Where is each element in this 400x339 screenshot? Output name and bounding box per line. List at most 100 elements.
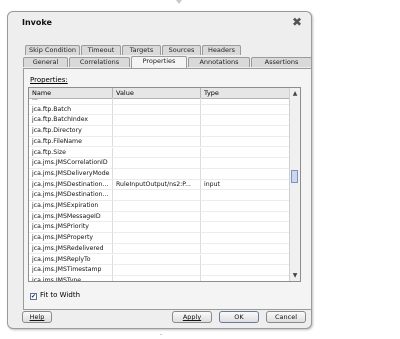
table-cell-value[interactable] (113, 115, 201, 127)
table-row[interactable]: jca.jms.JMSExpiration (29, 201, 290, 212)
table-cell-name[interactable]: jca.jms.JMSDestination... (29, 190, 113, 201)
table-cell-name[interactable]: jca.jms.JMSType (29, 275, 113, 281)
tab-properties[interactable]: Properties (131, 56, 187, 68)
tab-sources[interactable]: Sources (162, 45, 201, 55)
table-cell-value[interactable] (113, 233, 201, 244)
table-cell-name[interactable]: ... (29, 98, 113, 105)
table-row[interactable]: jca.ftp.BatchIndex (29, 115, 290, 127)
tab-headers[interactable]: Headers (202, 45, 241, 55)
table-row[interactable]: jca.jms.JMSDestination... RuleInputOutput… (29, 179, 290, 191)
properties-panel: Properties: Name Value Type ... jca.ftp.B… (23, 68, 312, 310)
properties-label: Properties: (30, 76, 68, 84)
table-cell-name[interactable]: jca.ftp.BatchIndex (29, 115, 113, 127)
table-cell-value[interactable] (113, 265, 201, 276)
table-cell-name[interactable]: jca.ftp.Size (29, 147, 113, 159)
table-cell-value[interactable] (113, 126, 201, 137)
table-cell-name[interactable]: jca.jms.JMSProperty (29, 233, 113, 244)
table-cell-type[interactable] (201, 158, 290, 169)
tab-assertions[interactable]: Assertions (251, 57, 312, 67)
cancel-button[interactable]: Cancel (266, 311, 306, 323)
close-icon[interactable]: ✖ (292, 15, 302, 29)
apply-button[interactable]: Apply (172, 311, 212, 323)
table-cell-value[interactable] (113, 104, 201, 116)
table-cell-value[interactable]: RuleInputOutput/ns2:P... (113, 179, 201, 191)
table-cell-value[interactable] (113, 98, 201, 105)
table-cell-name[interactable]: jca.jms.JMSRedelivered (29, 243, 113, 255)
table-cell-type[interactable] (201, 275, 290, 281)
table-cell-name[interactable]: jca.ftp.Batch (29, 104, 113, 116)
tab-annotations[interactable]: Annotations (188, 57, 250, 67)
table-cell-type[interactable] (201, 104, 290, 116)
table-cell-type[interactable]: input (201, 179, 290, 191)
column-header-value[interactable]: Value (113, 88, 201, 98)
table-row[interactable]: jca.ftp.Directory (29, 126, 290, 137)
scrollbar-thumb[interactable] (291, 170, 298, 183)
tab-timeout[interactable]: Timeout (81, 45, 121, 55)
table-cell-value[interactable] (113, 158, 201, 169)
table-cell-name[interactable]: jca.jms.JMSExpiration (29, 201, 113, 212)
tab-targets[interactable]: Targets (122, 45, 161, 55)
table-row[interactable]: jca.ftp.Size (29, 147, 290, 159)
table-cell-type[interactable] (201, 115, 290, 127)
table-cell-value[interactable] (113, 243, 201, 255)
table-cell-value[interactable] (113, 168, 201, 180)
table-cell-value[interactable] (113, 147, 201, 159)
table-cell-name[interactable]: jca.jms.JMSDeliveryMode (29, 168, 113, 180)
table-cell-type[interactable] (201, 233, 290, 244)
tab-skip-condition[interactable]: Skip Condition (25, 45, 80, 55)
table-row[interactable]: jca.jms.JMSProperty (29, 233, 290, 244)
table-cell-type[interactable] (201, 243, 290, 255)
table-cell-name[interactable]: jca.jms.JMSPriority (29, 222, 113, 234)
tab-general[interactable]: General (23, 57, 68, 67)
table-cell-value[interactable] (113, 201, 201, 212)
table-row[interactable]: jca.jms.JMSRedelivered (29, 243, 290, 255)
table-cell-type[interactable] (201, 265, 290, 276)
table-row[interactable]: jca.jms.JMSTimestamp (29, 265, 290, 276)
table-row[interactable]: ... (29, 98, 290, 105)
table-row[interactable]: jca.jms.JMSPriority (29, 222, 290, 234)
down-arrow-icon[interactable]: ▼ (291, 271, 299, 280)
table-cell-type[interactable] (201, 190, 290, 201)
table-cell-type[interactable] (201, 126, 290, 137)
fit-to-width-option[interactable]: ✔ Fit to Width (30, 291, 80, 300)
table-cell-value[interactable] (113, 211, 201, 223)
table-row[interactable]: jca.ftp.Batch (29, 104, 290, 116)
table-row[interactable]: jca.jms.JMSDeliveryMode (29, 168, 290, 180)
table-row[interactable]: jca.jms.JMSReplyTo (29, 254, 290, 266)
help-button[interactable]: Help (22, 311, 52, 323)
table-cell-name[interactable]: jca.ftp.FileName (29, 136, 113, 148)
table-cell-value[interactable] (113, 136, 201, 148)
table-cell-value[interactable] (113, 275, 201, 281)
table-cell-name[interactable]: jca.ftp.Directory (29, 126, 113, 137)
tab-correlations[interactable]: Correlations (69, 57, 130, 67)
vertical-scrollbar[interactable]: ▲ ▼ (289, 88, 300, 281)
fit-to-width-checkbox[interactable]: ✔ (30, 293, 37, 300)
table-row[interactable]: jca.jms.JMSCorrelationID (29, 158, 290, 169)
ok-button-label: OK (234, 313, 244, 321)
table-cell-value[interactable] (113, 190, 201, 201)
table-cell-type[interactable] (201, 254, 290, 266)
table-cell-type[interactable] (201, 147, 290, 159)
table-cell-name[interactable]: jca.jms.JMSDestination... (29, 179, 113, 191)
ok-button[interactable]: OK (219, 311, 259, 323)
table-cell-type[interactable] (201, 168, 290, 180)
column-header-name[interactable]: Name (29, 88, 113, 98)
table-row[interactable]: jca.jms.JMSDestination... (29, 190, 290, 201)
table-row[interactable]: jca.ftp.FileName (29, 136, 290, 148)
table-row[interactable]: jca.jms.JMSMessageID (29, 211, 290, 223)
table-cell-name[interactable]: jca.jms.JMSReplyTo (29, 254, 113, 266)
table-row[interactable]: jca.jms.JMSType (29, 275, 290, 281)
table-cell-value[interactable] (113, 254, 201, 266)
table-cell-type[interactable] (201, 98, 290, 105)
up-arrow-icon[interactable]: ▲ (291, 89, 299, 98)
table-cell-name[interactable]: jca.jms.JMSTimestamp (29, 265, 113, 276)
table-cell-value[interactable] (113, 222, 201, 234)
table-cell-name[interactable]: jca.jms.JMSMessageID (29, 211, 113, 223)
table-cell-type[interactable] (201, 201, 290, 212)
table-cell-type[interactable] (201, 136, 290, 148)
column-header-type[interactable]: Type (201, 88, 290, 98)
table-cell-type[interactable] (201, 211, 290, 223)
properties-table: Name Value Type ... jca.ftp.Batch jca.ftp.… (28, 87, 301, 282)
table-cell-type[interactable] (201, 222, 290, 234)
table-cell-name[interactable]: jca.jms.JMSCorrelationID (29, 158, 113, 169)
